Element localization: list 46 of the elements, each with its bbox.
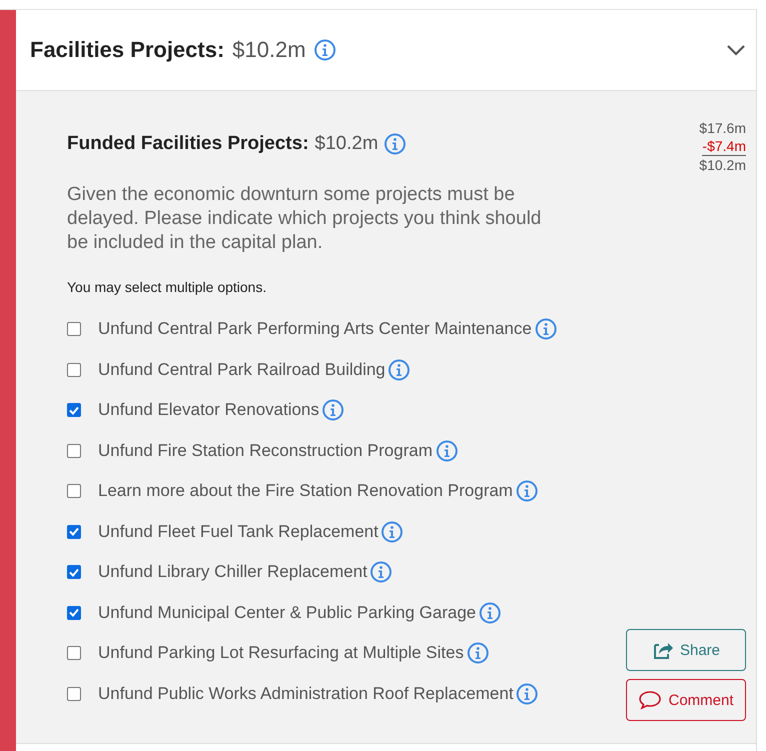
- checkbox[interactable]: [67, 362, 81, 377]
- info-icon[interactable]: [478, 602, 501, 624]
- comment-button[interactable]: Comment: [626, 679, 746, 721]
- section-amount: $10.2m: [232, 37, 306, 63]
- checkbox[interactable]: [67, 484, 81, 498]
- funded-title: Funded Facilities Projects:: [67, 133, 309, 155]
- info-icon[interactable]: [388, 358, 410, 381]
- info-icon[interactable]: [381, 520, 404, 543]
- checkbox[interactable]: [67, 444, 81, 458]
- option-label[interactable]: Unfund Central Park Performing Arts Center Maintenance: [98, 319, 532, 340]
- original-total: $17.6m: [699, 119, 746, 137]
- section-title: Facilities Projects:: [30, 37, 224, 63]
- share-button[interactable]: Share: [626, 629, 746, 671]
- option-label[interactable]: Unfund Library Chiller Replacement: [98, 562, 368, 582]
- option-label[interactable]: Unfund Elevator Renovations: [98, 400, 320, 420]
- info-icon[interactable]: [534, 318, 557, 340]
- checkbox[interactable]: [67, 322, 81, 336]
- option-label[interactable]: Unfund Public Works Administration Roof Replacement: [98, 684, 514, 704]
- info-icon[interactable]: [322, 399, 344, 422]
- checkbox[interactable]: [67, 403, 81, 418]
- option-label[interactable]: Unfund Parking Lot Resurfacing at Multiple Sites: [98, 643, 464, 664]
- checkbox[interactable]: [67, 686, 81, 701]
- share-icon: [652, 640, 674, 660]
- funded-amount: $10.2m: [314, 133, 378, 155]
- checkbox[interactable]: [67, 524, 81, 539]
- option-label[interactable]: Unfund Municipal Center & Public Parking Garage: [98, 602, 476, 623]
- info-icon[interactable]: [436, 440, 458, 462]
- prompt-text: Given the economic downturn some projects must be delayed. Please indicate which projects you think should be included in the capital plan.: [67, 183, 542, 255]
- checkbox[interactable]: [67, 565, 81, 580]
- info-icon[interactable]: [516, 480, 538, 502]
- hint-text: You may select multiple options.: [67, 279, 268, 295]
- info-icon[interactable]: [466, 642, 489, 664]
- change-amount: -$7.4m: [702, 137, 746, 156]
- checkbox[interactable]: [67, 646, 81, 660]
- info-icon[interactable]: [370, 561, 392, 584]
- option-label[interactable]: Unfund Central Park Railroad Building: [98, 360, 386, 380]
- info-icon[interactable]: [384, 133, 406, 155]
- info-icon[interactable]: [516, 682, 538, 705]
- option-label[interactable]: Unfund Fleet Fuel Tank Replacement: [98, 522, 378, 542]
- chevron-icon[interactable]: [726, 44, 746, 56]
- checkbox[interactable]: [67, 606, 81, 620]
- option-label[interactable]: Unfund Fire Station Reconstruction Program: [98, 440, 432, 461]
- speech-bubble-icon: [638, 690, 662, 710]
- option-label[interactable]: Learn more about the Fire Station Renovation Program: [98, 481, 513, 502]
- info-icon[interactable]: [314, 39, 336, 61]
- result-total: $10.2m: [699, 156, 746, 174]
